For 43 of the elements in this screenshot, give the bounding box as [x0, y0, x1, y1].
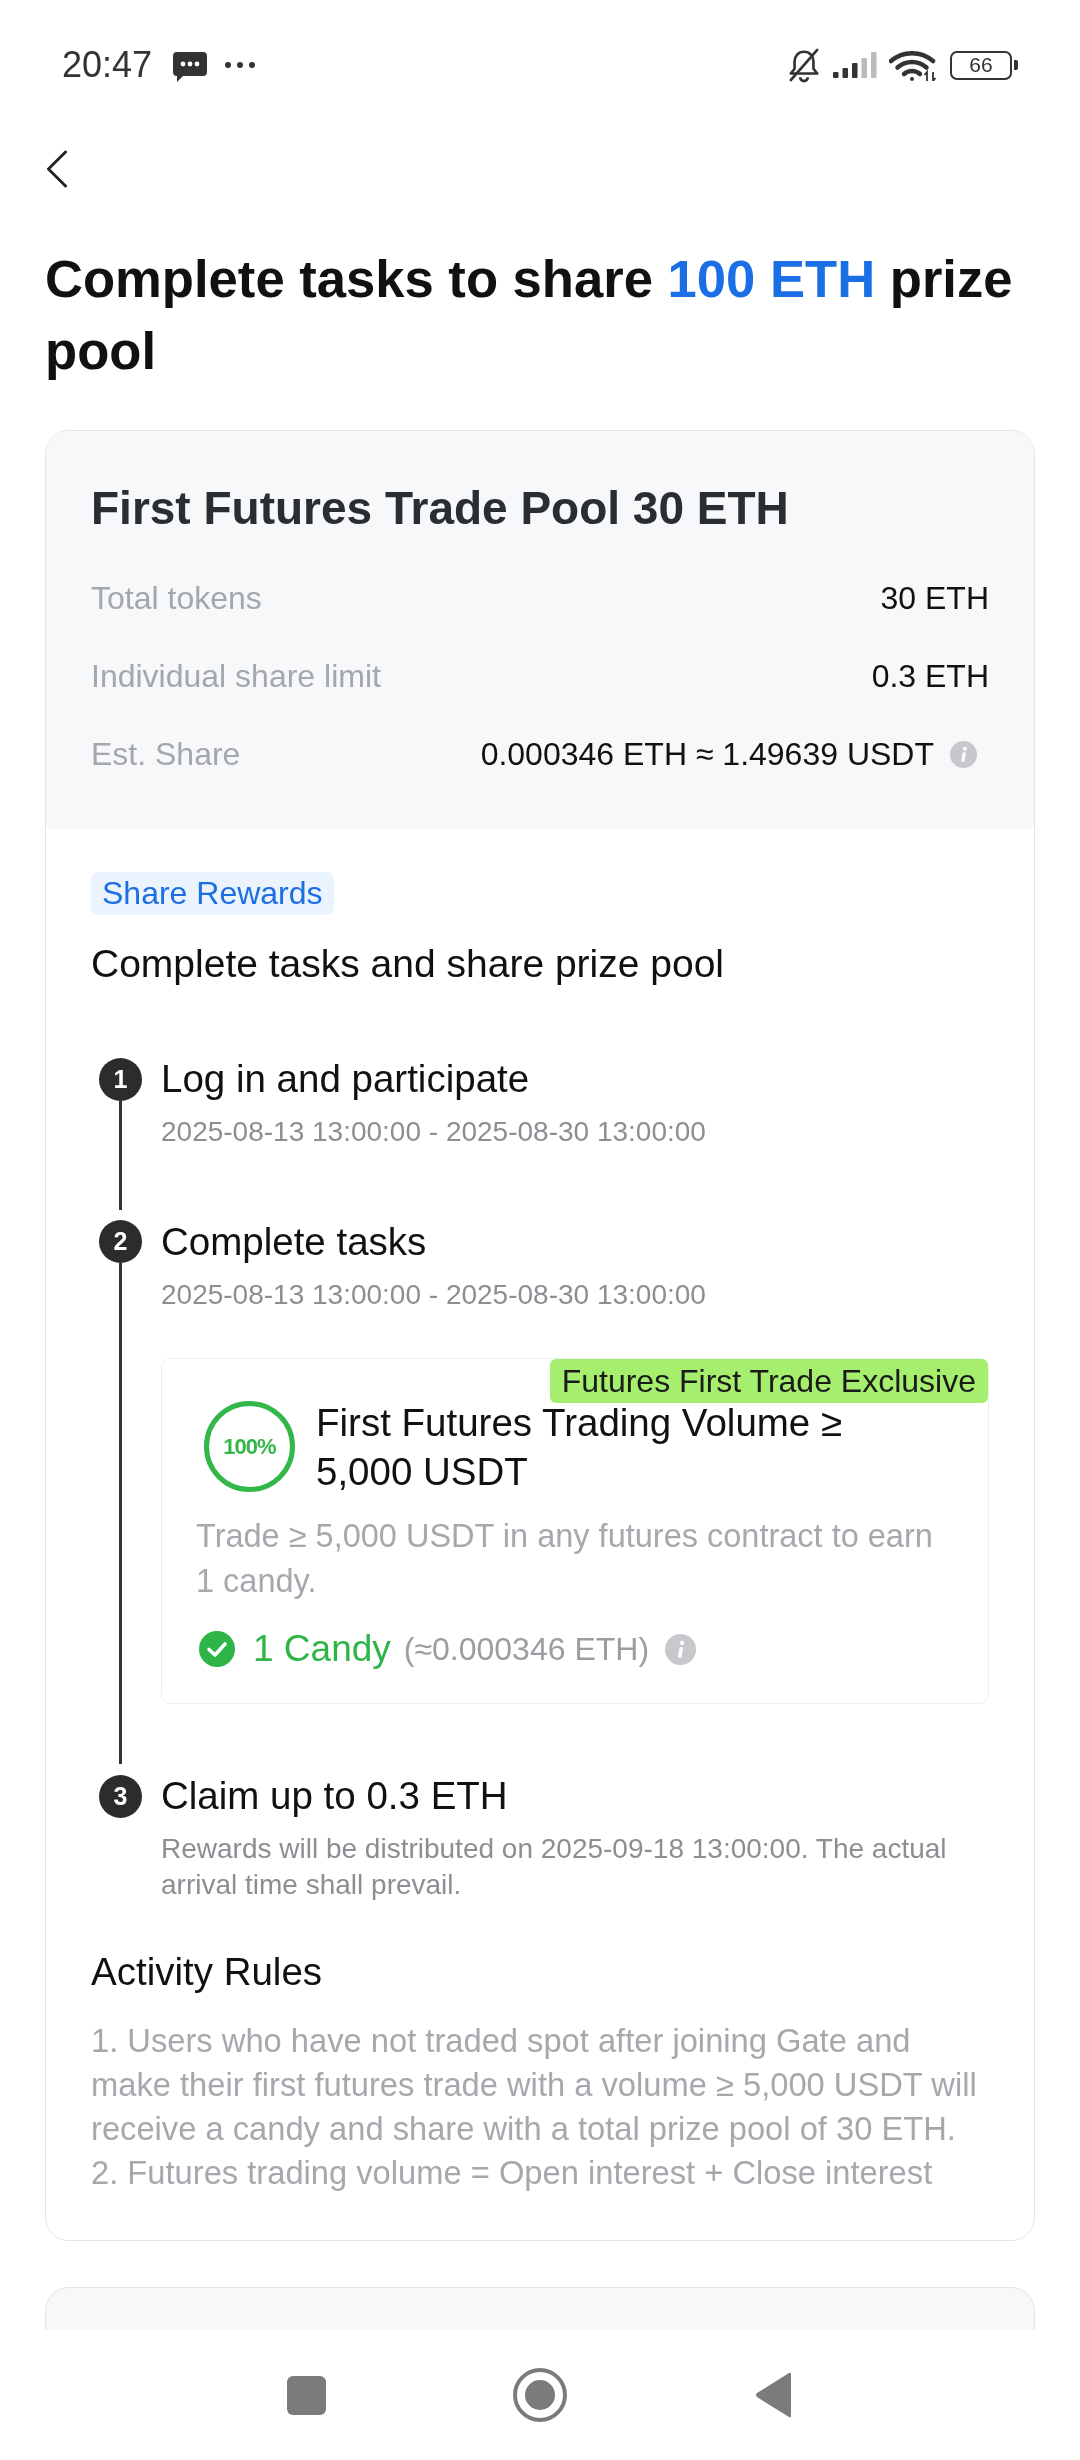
reward-amount: 1 Candy	[253, 1627, 391, 1671]
row-label: Est. Share	[91, 735, 241, 774]
task-description: Trade ≥ 5,000 USDT in any futures contract to earn 1 candy.	[196, 1517, 934, 1601]
step-number: 3	[99, 1774, 142, 1818]
row-value: 0.000346 ETH ≈ 1.49639 USDT	[480, 735, 934, 774]
pool-title: First Futures Trade Pool 30 ETH	[91, 481, 790, 536]
row-label: Total tokens	[91, 579, 262, 618]
step-detail: Rewards will be distributed on 2025-09-18 13:00:00. The actual arrival time shall prevail.	[161, 1832, 948, 1902]
back-nav-button[interactable]	[755, 2372, 793, 2418]
square-icon	[286, 2375, 326, 2415]
step-title: Claim up to 0.3 ETH	[161, 1773, 509, 1819]
back-triangle-icon	[755, 2372, 793, 2418]
more-icon	[225, 62, 256, 68]
back-icon	[45, 150, 68, 188]
battery-indicator: 66	[950, 50, 1018, 80]
signal-icon	[833, 52, 877, 78]
wifi-icon	[889, 49, 938, 81]
step-detail: 2025-08-13 13:00:00 - 2025-08-30 13:00:00	[161, 1277, 707, 1312]
row-value: 0.3 ETH	[871, 657, 989, 696]
step-detail: 2025-08-13 13:00:00 - 2025-08-30 13:00:00	[161, 1115, 707, 1149]
task-title: First Futures Trading Volume ≥ 5,000 USDT	[316, 1400, 844, 1495]
section-tag: Share Rewards	[91, 872, 334, 915]
home-icon	[513, 2368, 567, 2422]
recents-button[interactable]	[286, 2375, 326, 2415]
page-title: Complete tasks to share 100 ETH prize pool	[45, 248, 1014, 382]
step-number: 1	[99, 1057, 142, 1101]
step-title: Complete tasks	[161, 1218, 428, 1265]
bell-off-icon	[787, 47, 821, 83]
back-button[interactable]	[45, 150, 68, 188]
step-number: 2	[99, 1220, 142, 1263]
rule-text: 1. Users who have not traded spot after joining Gate and make their first futures trade with a volume ≥ 5,000 USDT will receive a candy and share with a total prize pool of 30 ETH.	[91, 2021, 978, 2149]
step-title: Log in and participate	[161, 1056, 531, 1102]
rules-title: Activity Rules	[91, 1949, 324, 1995]
message-icon	[173, 52, 208, 82]
row-value: 30 ETH	[880, 579, 989, 618]
section-subtitle: Complete tasks and share prize pool	[91, 941, 725, 987]
home-button[interactable]	[513, 2368, 567, 2422]
progress-percent: 100%	[222, 1433, 277, 1460]
task-badge: Futures First Trade Exclusive	[549, 1359, 988, 1403]
rule-text: 2. Futures trading volume = Open interest + Close interest	[91, 2153, 934, 2193]
status-time: 20:47	[62, 45, 153, 85]
row-label: Individual share limit	[91, 657, 381, 696]
reward-note: (≈0.000346 ETH)	[403, 1630, 650, 1669]
